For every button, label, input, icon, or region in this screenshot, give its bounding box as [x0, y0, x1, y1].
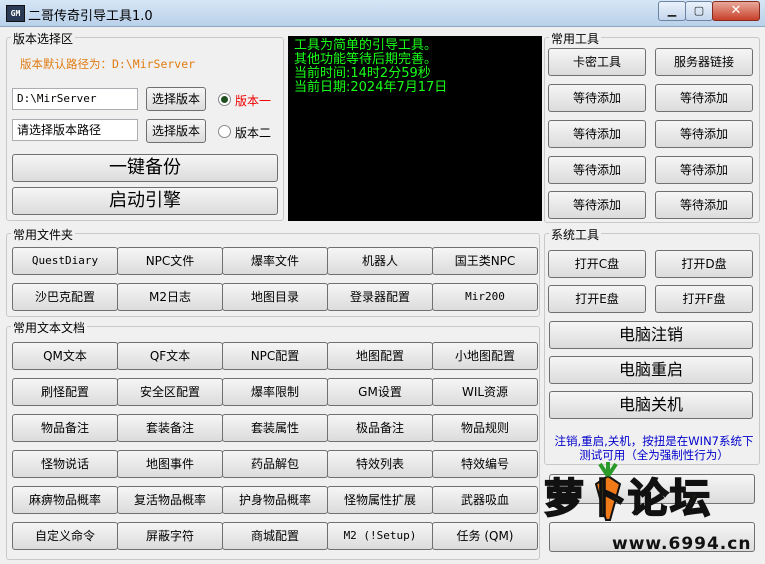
- doc-revive-rate-button[interactable]: 复活物品概率: [117, 486, 223, 514]
- version1-path-input[interactable]: D:\MirServer: [12, 88, 138, 110]
- version-group-label: 版本选择区: [11, 30, 76, 47]
- open-c-drive-button[interactable]: 打开C盘: [548, 250, 646, 278]
- doc-set-notes-button[interactable]: 套装备注: [117, 414, 223, 442]
- doc-map-config-button[interactable]: 地图配置: [327, 342, 433, 370]
- doc-m2-setup-button[interactable]: M2 (!Setup): [327, 522, 433, 550]
- doc-set-attributes-button[interactable]: 套装属性: [222, 414, 328, 442]
- doc-custom-commands-button[interactable]: 自定义命令: [12, 522, 118, 550]
- doc-task-qm-button[interactable]: 任务 (QM): [432, 522, 538, 550]
- one-click-backup-button[interactable]: 一键备份: [12, 154, 278, 182]
- start-engine-button[interactable]: 启动引擎: [12, 187, 278, 215]
- doc-item-rules-button[interactable]: 物品规则: [432, 414, 538, 442]
- folder-droprate-button[interactable]: 爆率文件: [222, 247, 328, 275]
- doc-effect-ids-button[interactable]: 特效编号: [432, 450, 538, 478]
- open-e-drive-button[interactable]: 打开E盘: [548, 285, 646, 313]
- system-tools-note: 注销,重启,关机，按扭是在WIN7系统下测试可用（全为强制性行为）: [554, 434, 754, 462]
- placeholder-tool-button[interactable]: 等待添加: [548, 84, 646, 112]
- open-d-drive-button[interactable]: 打开D盘: [655, 250, 753, 278]
- watermark-text: 萝卜论坛: [543, 475, 712, 523]
- console-line: 其他功能等待后期完善。: [294, 52, 438, 67]
- window-title: 二哥传奇引导工具1.0: [28, 9, 153, 24]
- select-version2-button[interactable]: 选择版本: [146, 119, 206, 143]
- placeholder-tool-button[interactable]: 等待添加: [655, 84, 753, 112]
- close-button[interactable]: ✕: [712, 1, 760, 21]
- folder-mir200-button[interactable]: Mir200: [432, 283, 538, 311]
- version1-radio[interactable]: [218, 93, 231, 106]
- folder-robot-button[interactable]: 机器人: [327, 247, 433, 275]
- app-icon: GM: [6, 5, 25, 22]
- doc-effect-list-button[interactable]: 特效列表: [327, 450, 433, 478]
- folder-m2-log-button[interactable]: M2日志: [117, 283, 223, 311]
- server-link-button[interactable]: 服务器链接: [655, 48, 753, 76]
- doc-map-events-button[interactable]: 地图事件: [117, 450, 223, 478]
- folder-sabac-config-button[interactable]: 沙巴克配置: [12, 283, 118, 311]
- folder-npc-button[interactable]: NPC文件: [117, 247, 223, 275]
- doc-safezone-config-button[interactable]: 安全区配置: [117, 378, 223, 406]
- computer-restart-button[interactable]: 电脑重启: [549, 356, 753, 384]
- placeholder-tool-button[interactable]: 等待添加: [655, 191, 753, 219]
- doc-item-notes-button[interactable]: 物品备注: [12, 414, 118, 442]
- system-tools-label: 系统工具: [549, 226, 602, 243]
- doc-qm-button[interactable]: QM文本: [12, 342, 118, 370]
- watermark-logo: 萝卜论坛 www.6994.cn: [530, 462, 765, 564]
- watermark-url: www.6994.cn: [612, 534, 752, 554]
- doc-paralysis-rate-button[interactable]: 麻痹物品概率: [12, 486, 118, 514]
- doc-weapon-lifesteal-button[interactable]: 武器吸血: [432, 486, 538, 514]
- open-f-drive-button[interactable]: 打开F盘: [655, 285, 753, 313]
- console-line: 当前时间:14时2分59秒: [294, 66, 431, 81]
- version2-label: 版本二: [235, 126, 272, 140]
- doc-spawn-config-button[interactable]: 刷怪配置: [12, 378, 118, 406]
- doc-gm-settings-button[interactable]: GM设置: [327, 378, 433, 406]
- doc-protect-rate-button[interactable]: 护身物品概率: [222, 486, 328, 514]
- computer-logout-button[interactable]: 电脑注销: [549, 321, 753, 349]
- doc-npc-config-button[interactable]: NPC配置: [222, 342, 328, 370]
- placeholder-tool-button[interactable]: 等待添加: [655, 120, 753, 148]
- doc-filter-words-button[interactable]: 屏蔽字符: [117, 522, 223, 550]
- folder-map-dir-button[interactable]: 地图目录: [222, 283, 328, 311]
- folder-login-config-button[interactable]: 登录器配置: [327, 283, 433, 311]
- common-folders-label: 常用文件夹: [11, 226, 76, 243]
- doc-droprate-limit-button[interactable]: 爆率限制: [222, 378, 328, 406]
- doc-rare-notes-button[interactable]: 极品备注: [327, 414, 433, 442]
- common-docs-label: 常用文本文档: [11, 319, 88, 336]
- folder-questdiary-button[interactable]: QuestDiary: [12, 247, 118, 275]
- common-tools-label: 常用工具: [549, 30, 602, 47]
- title-bar: GM 二哥传奇引导工具1.0 ▁ ▢ ✕: [0, 0, 765, 27]
- console-line: 工具为简单的引导工具。: [294, 38, 438, 53]
- folder-king-npc-button[interactable]: 国王类NPC: [432, 247, 538, 275]
- info-console: 工具为简单的引导工具。 其他功能等待后期完善。 当前时间:14时2分59秒 当前…: [288, 36, 542, 221]
- console-line: 当前日期:2024年7月17日: [294, 80, 448, 95]
- card-tool-button[interactable]: 卡密工具: [548, 48, 646, 76]
- doc-monster-attr-ext-button[interactable]: 怪物属性扩展: [327, 486, 433, 514]
- doc-qf-button[interactable]: QF文本: [117, 342, 223, 370]
- maximize-button[interactable]: ▢: [685, 1, 713, 21]
- placeholder-tool-button[interactable]: 等待添加: [548, 120, 646, 148]
- select-version1-button[interactable]: 选择版本: [146, 87, 206, 111]
- main-window: GM 二哥传奇引导工具1.0 ▁ ▢ ✕ 版本选择区 版本默认路径为：D:\Mi…: [0, 0, 765, 564]
- doc-wil-resource-button[interactable]: WIL资源: [432, 378, 538, 406]
- version2-path-input[interactable]: 请选择版本路径: [12, 119, 138, 141]
- placeholder-tool-button[interactable]: 等待添加: [548, 191, 646, 219]
- default-path-text: 版本默认路径为：D:\MirServer: [20, 57, 196, 71]
- placeholder-tool-button[interactable]: 等待添加: [655, 156, 753, 184]
- computer-shutdown-button[interactable]: 电脑关机: [549, 391, 753, 419]
- doc-monster-talk-button[interactable]: 怪物说话: [12, 450, 118, 478]
- doc-potion-unpack-button[interactable]: 药品解包: [222, 450, 328, 478]
- placeholder-tool-button[interactable]: 等待添加: [548, 156, 646, 184]
- doc-shop-config-button[interactable]: 商城配置: [222, 522, 328, 550]
- version1-label: 版本一: [235, 94, 272, 108]
- version2-radio[interactable]: [218, 125, 231, 138]
- minimize-button[interactable]: ▁: [658, 1, 686, 21]
- radio-selected-dot: [221, 96, 228, 103]
- doc-minimap-config-button[interactable]: 小地图配置: [432, 342, 538, 370]
